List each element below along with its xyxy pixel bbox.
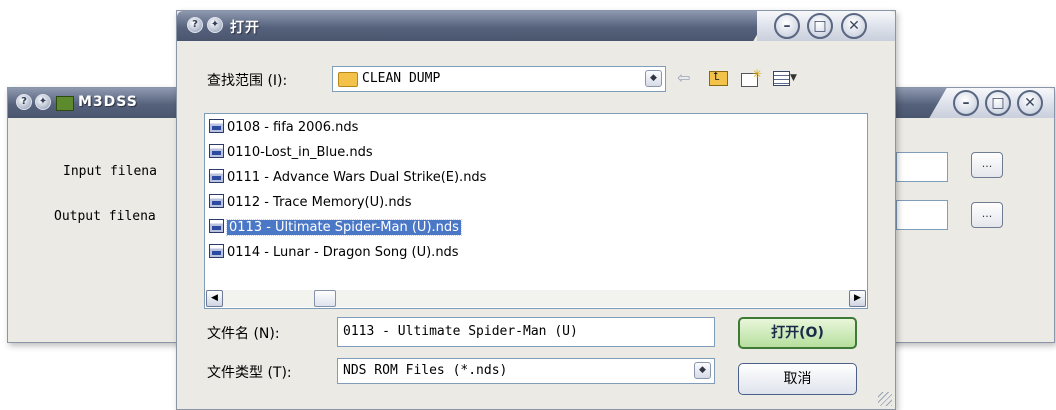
- dialog-title: 打开: [230, 20, 260, 36]
- nds-file-icon: [209, 169, 224, 183]
- folder-icon: [338, 72, 358, 87]
- close-icon[interactable]: ✕: [1017, 90, 1043, 116]
- list-item[interactable]: 0114 - Lunar - Dragon Song (U).nds: [209, 243, 462, 263]
- horizontal-scrollbar[interactable]: ◀ ▶: [206, 290, 866, 307]
- resize-grip[interactable]: [878, 392, 892, 406]
- input-filename-field[interactable]: [896, 152, 948, 182]
- pin-icon[interactable]: ✦: [207, 17, 223, 33]
- filename-field[interactable]: 0113 - Ultimate Spider-Man (U): [337, 317, 715, 347]
- output-filename-label: Output filena: [54, 209, 156, 224]
- output-browse-button[interactable]: ...: [971, 202, 1003, 228]
- filetype-combo[interactable]: NDS ROM Files (*.nds) ◆: [337, 358, 715, 384]
- scroll-left-icon[interactable]: ◀: [206, 290, 223, 307]
- open-button[interactable]: 打开(O): [738, 317, 857, 349]
- filetype-value: NDS ROM Files (*.nds): [343, 363, 508, 378]
- nds-file-icon: [209, 244, 224, 258]
- chevron-down-icon[interactable]: ◆: [694, 362, 711, 379]
- back-arrow-icon[interactable]: ⇦: [677, 68, 690, 88]
- maximize-icon[interactable]: □: [985, 90, 1011, 116]
- look-in-combo[interactable]: CLEAN DUMP ◆: [332, 66, 666, 92]
- view-menu-icon[interactable]: ▼: [773, 68, 799, 88]
- input-filename-label: Input filena: [63, 164, 157, 179]
- minimize-icon[interactable]: –: [953, 90, 979, 116]
- list-item-selected[interactable]: 0113 - Ultimate Spider-Man (U).nds: [209, 218, 464, 238]
- filename-label: 文件名 (N):: [207, 326, 280, 342]
- app-icon: [56, 96, 74, 111]
- help-icon[interactable]: ?: [16, 94, 32, 110]
- dialog-titlebar[interactable]: [177, 11, 737, 41]
- nds-file-icon: [209, 219, 224, 233]
- open-dialog: ? ✦ 打开 – □ ✕ 查找范围 (I): CLEAN DUMP ◆ ⇦ ⮤ …: [176, 10, 896, 410]
- chevron-down-icon[interactable]: ◆: [645, 70, 662, 87]
- list-item[interactable]: 0110-Lost_in_Blue.nds: [209, 143, 376, 163]
- scrollbar-thumb[interactable]: [314, 290, 336, 307]
- new-folder-icon[interactable]: ✳: [741, 67, 762, 88]
- cancel-button[interactable]: 取消: [738, 363, 857, 395]
- help-icon[interactable]: ?: [187, 17, 203, 33]
- file-list[interactable]: 0108 - fifa 2006.nds 0110-Lost_in_Blue.n…: [204, 113, 868, 309]
- list-item[interactable]: 0111 - Advance Wars Dual Strike(E).nds: [209, 168, 489, 188]
- scroll-right-icon[interactable]: ▶: [849, 290, 866, 307]
- look-in-value: CLEAN DUMP: [362, 71, 441, 86]
- nds-file-icon: [209, 144, 224, 158]
- nds-file-icon: [209, 194, 224, 208]
- look-in-label: 查找范围 (I):: [207, 73, 288, 89]
- list-item[interactable]: 0108 - fifa 2006.nds: [209, 118, 361, 138]
- maximize-icon[interactable]: □: [807, 13, 833, 39]
- list-item[interactable]: 0112 - Trace Memory(U).nds: [209, 193, 415, 213]
- back-window-title: M3DSS: [78, 94, 138, 110]
- close-icon[interactable]: ✕: [841, 13, 867, 39]
- up-folder-icon[interactable]: ⮤: [709, 68, 728, 88]
- minimize-icon[interactable]: –: [774, 13, 800, 39]
- filetype-label: 文件类型 (T):: [207, 365, 292, 381]
- input-browse-button[interactable]: ...: [971, 152, 1003, 178]
- pin-icon[interactable]: ✦: [35, 94, 51, 110]
- output-filename-field[interactable]: [896, 200, 948, 230]
- nds-file-icon: [209, 119, 224, 133]
